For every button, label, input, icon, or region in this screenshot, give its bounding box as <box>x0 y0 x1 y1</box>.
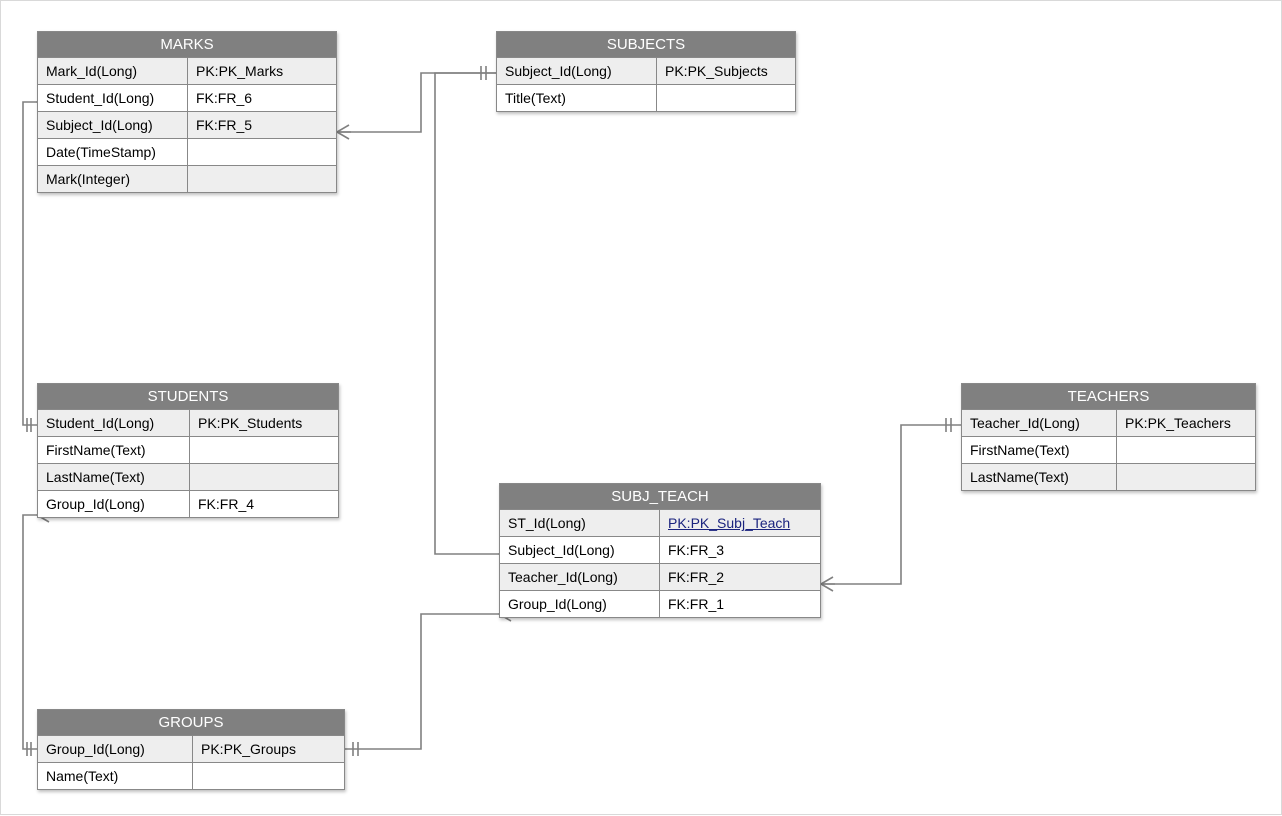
col-name: Group_Id(Long) <box>500 591 660 617</box>
table-row: LastName(Text) <box>38 463 338 490</box>
col-name: Student_Id(Long) <box>38 410 190 436</box>
col-key: FK:FR_3 <box>660 537 820 563</box>
col-key <box>190 464 338 490</box>
col-key <box>193 763 344 789</box>
col-name: FirstName(Text) <box>38 437 190 463</box>
col-name: Mark_Id(Long) <box>38 58 188 84</box>
table-row: LastName(Text) <box>962 463 1255 490</box>
col-key <box>188 166 336 192</box>
table-row: Teacher_Id(Long) FK:FR_2 <box>500 563 820 590</box>
col-key: FK:FR_2 <box>660 564 820 590</box>
col-name: Group_Id(Long) <box>38 736 193 762</box>
entity-students: STUDENTS Student_Id(Long) PK:PK_Students… <box>37 383 339 518</box>
col-key: FK:FR_4 <box>190 491 338 517</box>
col-name: Subject_Id(Long) <box>500 537 660 563</box>
col-name: Subject_Id(Long) <box>38 112 188 138</box>
col-name: Title(Text) <box>497 85 657 111</box>
col-key: PK:PK_Teachers <box>1117 410 1255 436</box>
table-row: Subject_Id(Long) FK:FR_3 <box>500 536 820 563</box>
col-name: Group_Id(Long) <box>38 491 190 517</box>
rel-marks-students <box>23 102 37 425</box>
col-name: Name(Text) <box>38 763 193 789</box>
col-key: PK:PK_Groups <box>193 736 344 762</box>
rel-subjteach-teachers <box>821 425 961 584</box>
table-row: Student_Id(Long) FK:FR_6 <box>38 84 336 111</box>
col-name: Date(TimeStamp) <box>38 139 188 165</box>
table-row: FirstName(Text) <box>38 436 338 463</box>
col-key <box>657 85 795 111</box>
table-row: Student_Id(Long) PK:PK_Students <box>38 409 338 436</box>
table-row: Mark_Id(Long) PK:PK_Marks <box>38 57 336 84</box>
entity-subj-teach: SUBJ_TEACH ST_Id(Long) PK:PK_Subj_Teach … <box>499 483 821 618</box>
entity-marks: MARKS Mark_Id(Long) PK:PK_Marks Student_… <box>37 31 337 193</box>
table-row: FirstName(Text) <box>962 436 1255 463</box>
col-key: FK:FR_1 <box>660 591 820 617</box>
col-key <box>1117 464 1255 490</box>
entity-groups-title: GROUPS <box>38 710 344 735</box>
table-row: Subject_Id(Long) FK:FR_5 <box>38 111 336 138</box>
col-key <box>190 437 338 463</box>
rel-subjteach-subjects <box>435 73 499 554</box>
col-name: Mark(Integer) <box>38 166 188 192</box>
col-key: FK:FR_5 <box>188 112 336 138</box>
col-key: PK:PK_Marks <box>188 58 336 84</box>
col-name: Subject_Id(Long) <box>497 58 657 84</box>
entity-marks-title: MARKS <box>38 32 336 57</box>
rel-subjteach-groups <box>345 614 499 749</box>
table-row: Name(Text) <box>38 762 344 789</box>
entity-students-title: STUDENTS <box>38 384 338 409</box>
col-key: PK:PK_Students <box>190 410 338 436</box>
entity-subjects-title: SUBJECTS <box>497 32 795 57</box>
col-name: LastName(Text) <box>962 464 1117 490</box>
col-key: FK:FR_6 <box>188 85 336 111</box>
table-row: Teacher_Id(Long) PK:PK_Teachers <box>962 409 1255 436</box>
col-key: PK:PK_Subjects <box>657 58 795 84</box>
col-name: Teacher_Id(Long) <box>500 564 660 590</box>
table-row: ST_Id(Long) PK:PK_Subj_Teach <box>500 509 820 536</box>
col-name: FirstName(Text) <box>962 437 1117 463</box>
col-name: Teacher_Id(Long) <box>962 410 1117 436</box>
table-row: Group_Id(Long) FK:FR_4 <box>38 490 338 517</box>
col-name: ST_Id(Long) <box>500 510 660 536</box>
erd-canvas: MARKS Mark_Id(Long) PK:PK_Marks Student_… <box>0 0 1282 815</box>
entity-groups: GROUPS Group_Id(Long) PK:PK_Groups Name(… <box>37 709 345 790</box>
table-row: Group_Id(Long) FK:FR_1 <box>500 590 820 617</box>
entity-subjects: SUBJECTS Subject_Id(Long) PK:PK_Subjects… <box>496 31 796 112</box>
entity-subj-teach-title: SUBJ_TEACH <box>500 484 820 509</box>
entity-teachers-title: TEACHERS <box>962 384 1255 409</box>
table-row: Group_Id(Long) PK:PK_Groups <box>38 735 344 762</box>
table-row: Mark(Integer) <box>38 165 336 192</box>
table-row: Subject_Id(Long) PK:PK_Subjects <box>497 57 795 84</box>
table-row: Date(TimeStamp) <box>38 138 336 165</box>
entity-teachers: TEACHERS Teacher_Id(Long) PK:PK_Teachers… <box>961 383 1256 491</box>
col-name: Student_Id(Long) <box>38 85 188 111</box>
col-key: PK:PK_Subj_Teach <box>660 510 820 536</box>
col-key <box>188 139 336 165</box>
table-row: Title(Text) <box>497 84 795 111</box>
col-key <box>1117 437 1255 463</box>
rel-students-groups <box>23 515 37 749</box>
col-name: LastName(Text) <box>38 464 190 490</box>
rel-marks-subjects <box>337 73 496 132</box>
